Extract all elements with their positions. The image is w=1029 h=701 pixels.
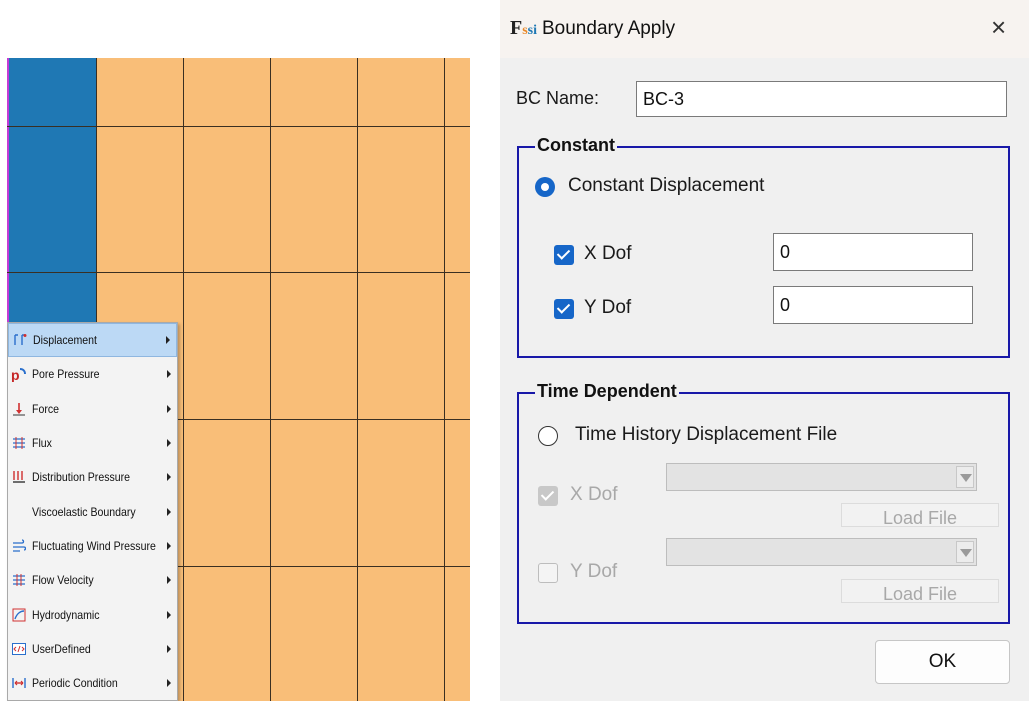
menu-item-hydrodynamic[interactable]: Hydrodynamic <box>8 597 177 631</box>
screen: Displacement p Pore Pressure Force Flux <box>0 0 1029 701</box>
bc-name-label: BC Name: <box>516 88 600 108</box>
blank-icon <box>11 504 27 520</box>
submenu-arrow-icon <box>167 370 171 379</box>
submenu-arrow-icon <box>166 336 170 345</box>
submenu-arrow-icon <box>167 679 171 688</box>
user-defined-icon <box>11 641 27 657</box>
menu-item-label: Flow Velocity <box>32 573 94 588</box>
constant-group: Constant Constant Displacement X Dof 0 Y… <box>517 135 1010 358</box>
time-dependent-group: Time Dependent Time History Displacement… <box>517 381 1010 624</box>
menu-item-label: Force <box>32 401 60 416</box>
fssi-app-icon: Fssi <box>510 17 538 39</box>
submenu-arrow-icon <box>167 404 171 413</box>
mesh-line <box>183 58 184 701</box>
chevron-down-icon[interactable] <box>956 541 974 563</box>
chevron-down-icon[interactable] <box>956 466 974 488</box>
pore-pressure-icon: p <box>11 366 27 382</box>
time-history-radio[interactable] <box>538 426 558 446</box>
menu-item-pore-pressure[interactable]: p Pore Pressure <box>8 357 177 391</box>
wind-pressure-icon <box>11 538 27 554</box>
time-y-dof-label: Y Dof <box>570 561 618 582</box>
time-dependent-group-title: Time Dependent <box>523 381 679 402</box>
menu-item-label: Pore Pressure <box>32 367 100 382</box>
menu-item-label: UserDefined <box>32 641 91 656</box>
submenu-arrow-icon <box>167 576 171 585</box>
mesh-line <box>270 58 271 701</box>
menu-item-label: Fluctuating Wind Pressure <box>32 538 156 553</box>
mesh-line <box>357 58 358 701</box>
mesh-line <box>7 272 470 273</box>
menu-item-label: Flux <box>32 436 52 451</box>
menu-item-distribution-pressure[interactable]: Distribution Pressure <box>8 460 177 494</box>
submenu-arrow-icon <box>167 644 171 653</box>
submenu-arrow-icon <box>167 541 171 550</box>
distribution-pressure-icon <box>11 469 27 485</box>
dialog-title: Boundary Apply <box>542 18 676 39</box>
submenu-arrow-icon <box>167 439 171 448</box>
flux-icon <box>11 435 27 451</box>
selected-mesh-region <box>7 58 96 348</box>
submenu-arrow-icon <box>167 610 171 619</box>
time-y-dof-file-select[interactable] <box>666 538 977 566</box>
mesh-line <box>7 126 470 127</box>
menu-item-label: Viscoelastic Boundary <box>32 504 136 519</box>
constant-x-dof-label: X Dof <box>584 243 632 264</box>
constant-displacement-radio[interactable] <box>535 177 555 197</box>
time-y-dof-checkbox[interactable] <box>538 563 558 583</box>
constant-y-dof-label: Y Dof <box>584 297 632 318</box>
menu-item-viscoelastic-boundary[interactable]: Viscoelastic Boundary <box>8 494 177 528</box>
displacement-icon <box>12 332 28 348</box>
mesh-line <box>444 58 445 701</box>
bc-name-input[interactable]: BC-3 <box>636 81 1007 117</box>
menu-item-displacement[interactable]: Displacement <box>8 323 177 358</box>
menu-item-label: Hydrodynamic <box>32 607 100 622</box>
menu-item-force[interactable]: Force <box>8 392 177 426</box>
menu-item-label: Displacement <box>33 333 97 348</box>
boundary-apply-dialog: Fssi Boundary Apply × BC Name: BC-3 Cons… <box>500 0 1029 701</box>
menu-item-user-defined[interactable]: UserDefined <box>8 632 177 666</box>
menu-item-flow-velocity[interactable]: Flow Velocity <box>8 563 177 597</box>
constant-y-dof-checkbox[interactable] <box>554 299 574 319</box>
time-x-dof-load-file-button[interactable]: Load File <box>841 503 999 527</box>
constant-x-dof-checkbox[interactable] <box>554 245 574 265</box>
menu-item-fluctuating-wind-pressure[interactable]: Fluctuating Wind Pressure <box>8 529 177 563</box>
time-y-dof-load-file-button[interactable]: Load File <box>841 579 999 603</box>
dialog-titlebar[interactable]: Fssi Boundary Apply × <box>500 0 1029 58</box>
time-history-label: Time History Displacement File <box>575 424 838 445</box>
submenu-arrow-icon <box>167 507 171 516</box>
constant-group-title: Constant <box>523 135 617 156</box>
menu-item-flux[interactable]: Flux <box>8 426 177 460</box>
time-x-dof-checkbox[interactable] <box>538 486 558 506</box>
constant-x-dof-input[interactable]: 0 <box>773 233 973 271</box>
force-icon <box>11 401 27 417</box>
time-x-dof-file-select[interactable] <box>666 463 977 491</box>
flow-velocity-icon <box>11 572 27 588</box>
ok-button[interactable]: OK <box>875 640 1010 684</box>
constant-displacement-label: Constant Displacement <box>568 175 765 196</box>
submenu-arrow-icon <box>167 473 171 482</box>
constant-y-dof-input[interactable]: 0 <box>773 286 973 324</box>
menu-item-label: Periodic Condition <box>32 676 118 691</box>
menu-item-label: Distribution Pressure <box>32 470 131 485</box>
svg-text:p: p <box>11 367 20 382</box>
time-x-dof-label: X Dof <box>570 484 618 505</box>
boundary-context-menu: Displacement p Pore Pressure Force Flux <box>7 322 178 701</box>
periodic-condition-icon <box>11 675 27 691</box>
close-icon[interactable]: × <box>991 14 1006 40</box>
menu-item-periodic-condition[interactable]: Periodic Condition <box>8 666 177 700</box>
hydrodynamic-icon <box>11 607 27 623</box>
